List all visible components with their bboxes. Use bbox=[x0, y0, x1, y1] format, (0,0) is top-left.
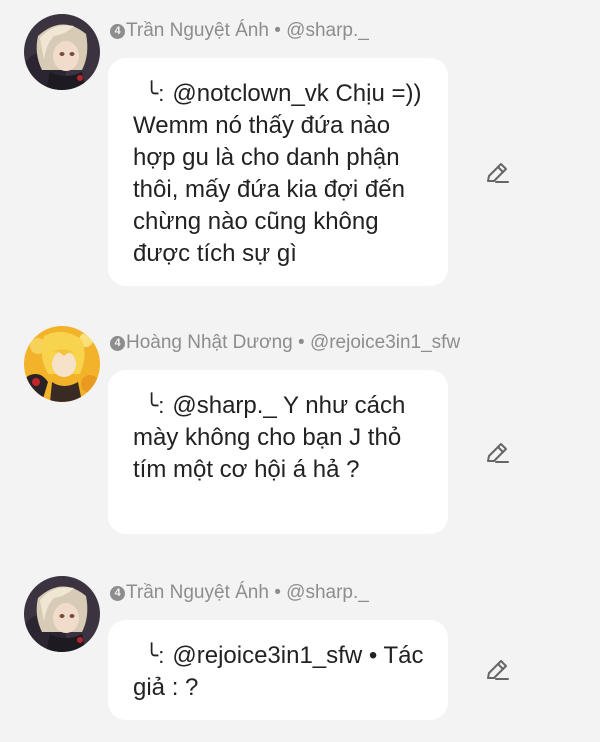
author-name[interactable]: Hoàng Nhật Dương bbox=[126, 332, 293, 353]
number-badge-icon: 4 bbox=[110, 336, 125, 351]
number-badge-icon: 4 bbox=[110, 586, 125, 601]
comment-bubble: ╰: @rejoice3in1_sfw • Tác giả : ? bbox=[108, 620, 448, 720]
pencil-icon[interactable] bbox=[483, 656, 511, 684]
pencil-icon[interactable] bbox=[483, 159, 511, 187]
avatar-image bbox=[24, 14, 100, 90]
author-line: 4 Hoàng Nhật Dương • @rejoice3in1_sfw bbox=[110, 330, 460, 356]
number-badge-icon: 4 bbox=[110, 24, 125, 39]
author-line: 4 Trần Nguyệt Ánh • @sharp._ bbox=[110, 18, 369, 44]
separator-dot: • bbox=[274, 20, 281, 41]
avatar[interactable] bbox=[24, 576, 100, 652]
avatar-image bbox=[24, 326, 100, 402]
author-name[interactable]: Trần Nguyệt Ánh bbox=[126, 20, 269, 41]
reply-arrow-icon: ╰: bbox=[145, 643, 165, 668]
comment-text: @rejoice3in1_sfw • Tác giả : ? bbox=[133, 642, 424, 701]
comment-text: @notclown_vk Chịu =)) Wemm nó thấy đứa n… bbox=[133, 80, 422, 267]
author-handle[interactable]: @sharp._ bbox=[286, 20, 369, 41]
reply-arrow-icon: ╰: bbox=[145, 393, 165, 418]
author-handle[interactable]: @rejoice3in1_sfw bbox=[310, 332, 460, 353]
comment-text: @sharp._ Y như cách mày không cho bạn J … bbox=[133, 392, 406, 483]
author-handle[interactable]: @sharp._ bbox=[286, 582, 369, 603]
reply-arrow-icon: ╰: bbox=[145, 81, 165, 106]
avatar-image bbox=[24, 576, 100, 652]
avatar[interactable] bbox=[24, 326, 100, 402]
comment-bubble: ╰: @sharp._ Y như cách mày không cho bạn … bbox=[108, 370, 448, 534]
separator-dot: • bbox=[274, 582, 281, 603]
pencil-icon[interactable] bbox=[483, 439, 511, 467]
separator-dot: • bbox=[298, 332, 305, 353]
comment-bubble: ╰: @notclown_vk Chịu =)) Wemm nó thấy đứa… bbox=[108, 58, 448, 286]
author-line: 4 Trần Nguyệt Ánh • @sharp._ bbox=[110, 580, 369, 606]
author-name[interactable]: Trần Nguyệt Ánh bbox=[126, 582, 269, 603]
avatar[interactable] bbox=[24, 14, 100, 90]
